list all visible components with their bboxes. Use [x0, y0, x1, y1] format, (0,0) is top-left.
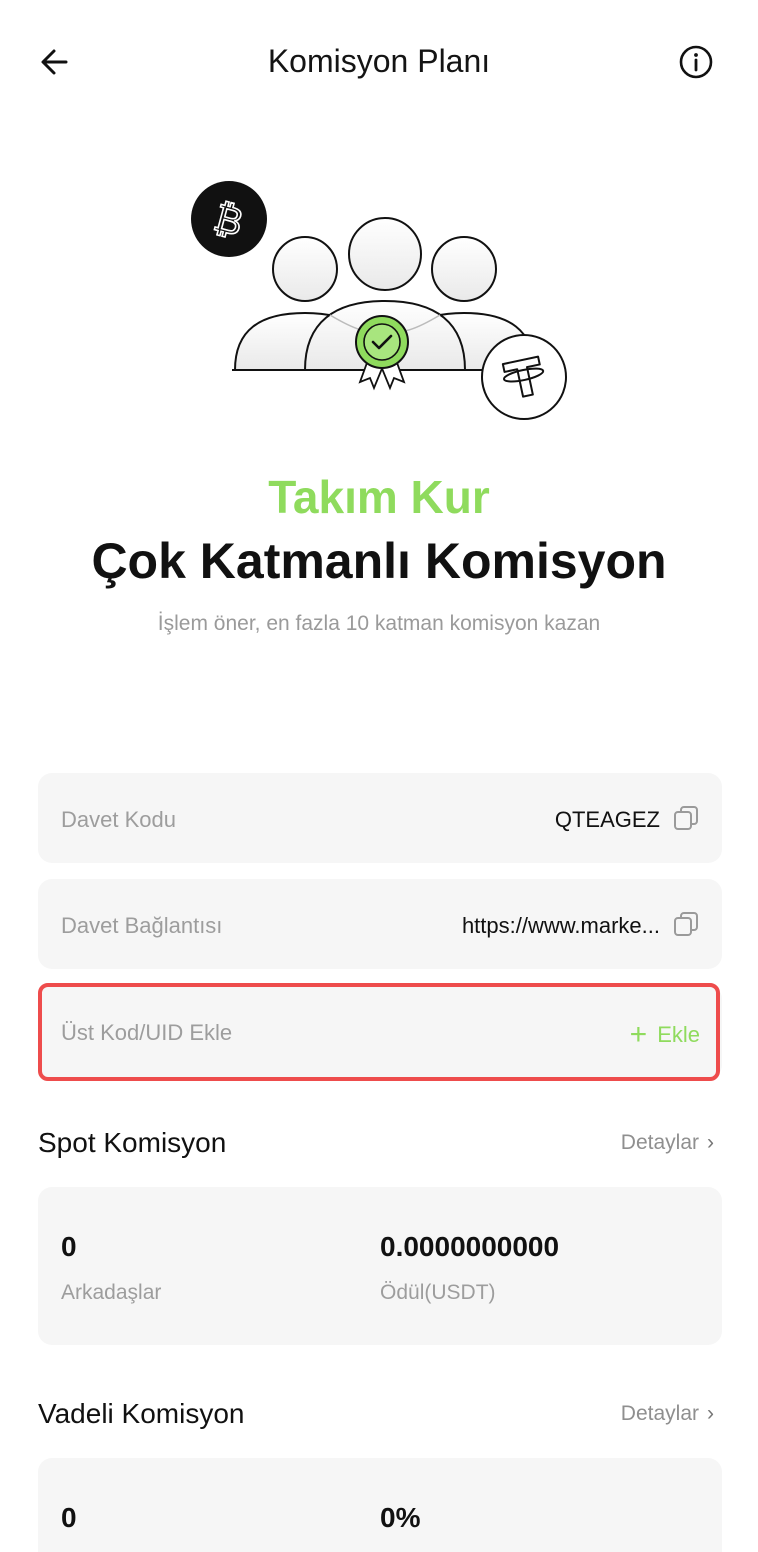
- spot-reward-label: Ödül(USDT): [380, 1281, 496, 1304]
- spot-friends-label: Arkadaşlar: [61, 1281, 162, 1304]
- spot-friends-value: 0: [61, 1231, 77, 1262]
- upper-code-card[interactable]: Üst Kod/UID Ekle + Ekle: [38, 985, 722, 1079]
- hero-subtitle: İşlem öner, en fazla 10 katman komisyon …: [157, 612, 601, 635]
- spot-stats-card: 0 Arkadaşlar 0.0000000000 Ödül(USDT): [38, 1187, 722, 1345]
- copy-icon[interactable]: [672, 910, 700, 938]
- tether-icon: [481, 334, 567, 420]
- header-bar: Komisyon Planı: [0, 0, 758, 128]
- invite-code-card: Davet Kodu QTEAGEZ: [38, 773, 722, 863]
- invite-code-label: Davet Kodu: [61, 807, 176, 832]
- futures-friends-value: 0: [61, 1502, 77, 1533]
- plus-icon: +: [629, 1018, 648, 1051]
- add-upper-code-button[interactable]: + Ekle: [629, 1018, 700, 1051]
- spot-reward-value: 0.0000000000: [380, 1231, 560, 1262]
- spot-section-title: Spot Komisyon: [38, 1127, 227, 1158]
- spot-details-link[interactable]: Detaylar ›: [621, 1131, 714, 1155]
- invite-link-label: Davet Bağlantısı: [61, 913, 223, 938]
- info-circle-icon[interactable]: [676, 42, 716, 82]
- chevron-right-icon: ›: [707, 1131, 714, 1154]
- chevron-right-icon: ›: [707, 1402, 714, 1425]
- badge-check-icon: [355, 315, 409, 391]
- futures-details-label: Detaylar: [620, 1402, 699, 1425]
- hero-title-accent: Takım Kur: [268, 471, 490, 523]
- hero-title: Çok Katmanlı Komisyon: [91, 533, 667, 589]
- invite-link-card: Davet Bağlantısı https://www.marke...: [38, 879, 722, 969]
- copy-icon[interactable]: [672, 804, 700, 832]
- invite-code-value: QTEAGEZ: [554, 807, 660, 832]
- upper-code-label: Üst Kod/UID Ekle: [61, 1020, 233, 1045]
- hero-illustration: ₿: [180, 170, 580, 430]
- futures-details-link[interactable]: Detaylar ›: [621, 1402, 714, 1426]
- invite-link-value: https://www.marke...: [461, 913, 660, 938]
- bitcoin-icon: ₿: [191, 181, 267, 257]
- futures-section-title: Vadeli Komisyon: [38, 1398, 245, 1429]
- futures-stats-card: 0 0%: [38, 1458, 722, 1552]
- add-label: Ekle: [657, 1022, 700, 1047]
- spot-details-label: Detaylar: [620, 1131, 699, 1154]
- page-title: Komisyon Planı: [267, 43, 491, 79]
- futures-rate-value: 0%: [380, 1502, 421, 1533]
